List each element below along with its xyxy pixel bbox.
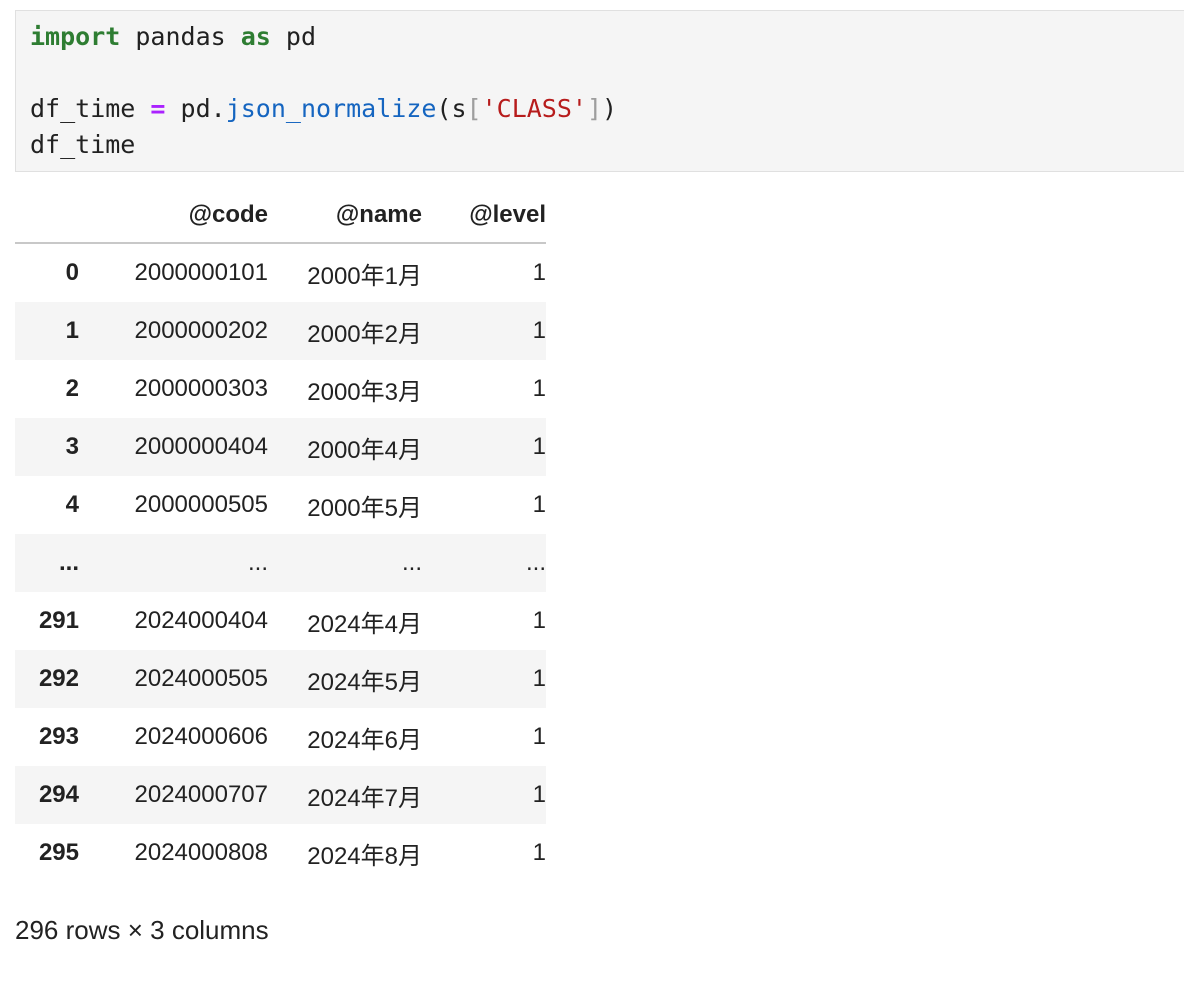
table-header-row: @code @name @level — [15, 187, 546, 244]
cell-code: 2000000202 — [134, 317, 268, 344]
cell-code: 2024000606 — [134, 723, 268, 750]
row-index: 293 — [38, 723, 79, 750]
cell-name: 2000年1月 — [307, 262, 422, 290]
code-line-assign: df_time = pd.json_normalize(s['CLASS']) — [30, 93, 617, 125]
cell-name: 2000年4月 — [307, 436, 422, 464]
cell-code: 2000000505 — [134, 491, 268, 518]
code-var: df_time — [30, 94, 151, 123]
cell-name: 2024年6月 — [307, 726, 422, 754]
cell-name: 2024年4月 — [307, 610, 422, 638]
dataframe-table: @code @name @level 0 2000000101 2000年1月 … — [15, 187, 546, 882]
cell-level: 1 — [532, 491, 546, 518]
code-function: json_normalize — [225, 94, 437, 123]
table-row: 291 2024000404 2024年4月 1 — [15, 592, 546, 650]
code-line-import: import pandas as pd — [30, 21, 316, 53]
keyword-as: as — [240, 22, 271, 51]
code-cell[interactable]: import pandas as pd df_time = pd.json_no… — [15, 10, 1184, 172]
cell-name: 2024年8月 — [307, 842, 422, 870]
row-index: 291 — [38, 607, 79, 634]
cell-name: 2000年3月 — [307, 378, 422, 406]
row-index: ... — [58, 549, 79, 576]
table-row: 3 2000000404 2000年4月 1 — [15, 418, 546, 476]
row-index: 2 — [65, 375, 79, 402]
code-line-output-var: df_time — [30, 130, 136, 159]
row-index: 0 — [65, 259, 79, 286]
row-index: 1 — [65, 317, 79, 344]
code-text: ) — [602, 94, 618, 123]
cell-code: 2000000404 — [134, 433, 268, 460]
keyword-import: import — [30, 22, 121, 51]
row-index: 292 — [38, 665, 79, 692]
code-string: 'CLASS' — [481, 94, 587, 123]
cell-code: 2000000303 — [134, 375, 268, 402]
table-row: 4 2000000505 2000年5月 1 — [15, 476, 546, 534]
table-row: 0 2000000101 2000年1月 1 — [15, 243, 546, 302]
cell-level: 1 — [532, 433, 546, 460]
cell-level: 1 — [532, 781, 546, 808]
cell-name: 2000年2月 — [307, 320, 422, 348]
index-header — [15, 187, 79, 244]
cell-name: 2024年7月 — [307, 784, 422, 812]
column-header-level: @level — [422, 187, 546, 244]
cell-code: 2024000404 — [134, 607, 268, 634]
table-row: 293 2024000606 2024年6月 1 — [15, 708, 546, 766]
code-operator: = — [150, 94, 166, 123]
row-index: 4 — [65, 491, 79, 518]
table-row: 294 2024000707 2024年7月 1 — [15, 766, 546, 824]
cell-level: ... — [525, 549, 546, 576]
cell-code: 2024000707 — [134, 781, 268, 808]
cell-level: 1 — [532, 375, 546, 402]
code-bracket: [ — [466, 94, 482, 123]
code-text: pandas — [120, 22, 241, 51]
cell-level: 1 — [532, 259, 546, 286]
column-header-code: @code — [79, 187, 268, 244]
cell-code: ... — [247, 549, 268, 576]
code-bracket: ] — [586, 94, 603, 123]
table-row: 295 2024000808 2024年8月 1 — [15, 824, 546, 882]
cell-code: 2000000101 — [134, 259, 268, 286]
code-text: pd. — [165, 94, 226, 123]
column-header-name: @name — [268, 187, 422, 244]
cell-code: 2024000505 — [134, 665, 268, 692]
dataframe-shape-summary: 296 rows × 3 columns — [15, 915, 269, 945]
cell-level: 1 — [532, 317, 546, 344]
cell-level: 1 — [532, 607, 546, 634]
row-index: 294 — [38, 781, 79, 808]
cell-name: 2000年5月 — [307, 494, 422, 522]
code-text: (s — [436, 94, 467, 123]
table-row: 2 2000000303 2000年3月 1 — [15, 360, 546, 418]
table-row: 292 2024000505 2024年5月 1 — [15, 650, 546, 708]
cell-level: 1 — [532, 723, 546, 750]
cell-code: 2024000808 — [134, 839, 268, 866]
table-row-ellipsis: ... ... ... ... — [15, 534, 546, 592]
row-index: 295 — [38, 839, 79, 866]
cell-level: 1 — [532, 665, 546, 692]
row-index: 3 — [65, 433, 79, 460]
cell-level: 1 — [532, 839, 546, 866]
code-text: pd — [270, 22, 316, 51]
cell-name: ... — [401, 549, 422, 576]
table-row: 1 2000000202 2000年2月 1 — [15, 302, 546, 360]
cell-name: 2024年5月 — [307, 668, 422, 696]
